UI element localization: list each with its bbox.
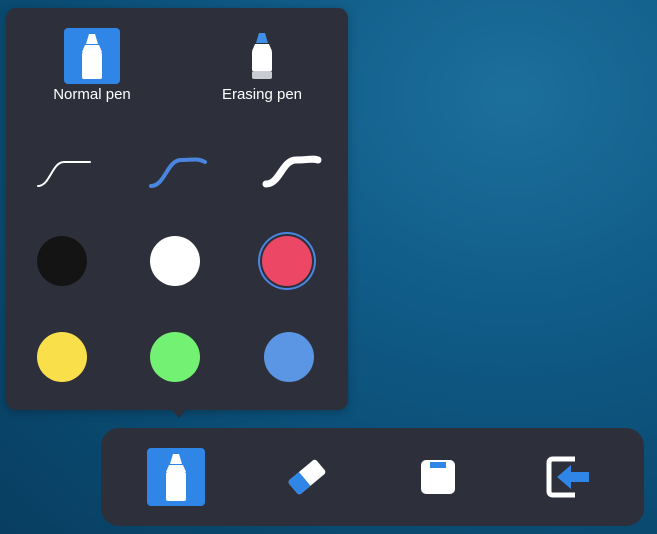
marker-pen-icon [166,454,186,501]
color-swatch-black[interactable] [37,236,87,286]
exit-tool-button[interactable] [540,448,598,506]
color-swatch-red[interactable] [262,236,312,286]
color-swatch-white[interactable] [150,236,200,286]
erasing-pen-option[interactable]: Erasing pen [192,28,332,104]
erasing-pen-icon [252,33,272,79]
eraser-icon [288,459,326,495]
erasing-pen-label: Erasing pen [221,86,303,103]
stroke-thick-option[interactable] [256,148,326,198]
pen-tool-button[interactable] [147,448,205,506]
stroke-medium-option[interactable] [143,148,213,198]
floppy-disk-icon [421,460,455,494]
exit-arrow-icon [546,456,589,498]
normal-pen-icon-wrap [64,28,120,84]
pen-settings-popup: Normal pen Erasing pen [6,8,348,410]
popup-caret [170,408,188,418]
stroke-thin-option[interactable] [28,148,98,198]
color-swatch-yellow[interactable] [37,332,87,382]
erasing-pen-icon-wrap [234,28,290,84]
marker-pen-icon [82,34,102,79]
normal-pen-option[interactable]: Normal pen [22,28,162,104]
eraser-tool-button[interactable] [278,448,336,506]
bottom-toolbar [101,428,644,526]
save-tool-button[interactable] [409,448,467,506]
color-swatch-green[interactable] [150,332,200,382]
normal-pen-label: Normal pen [53,86,131,103]
color-swatch-blue[interactable] [264,332,314,382]
